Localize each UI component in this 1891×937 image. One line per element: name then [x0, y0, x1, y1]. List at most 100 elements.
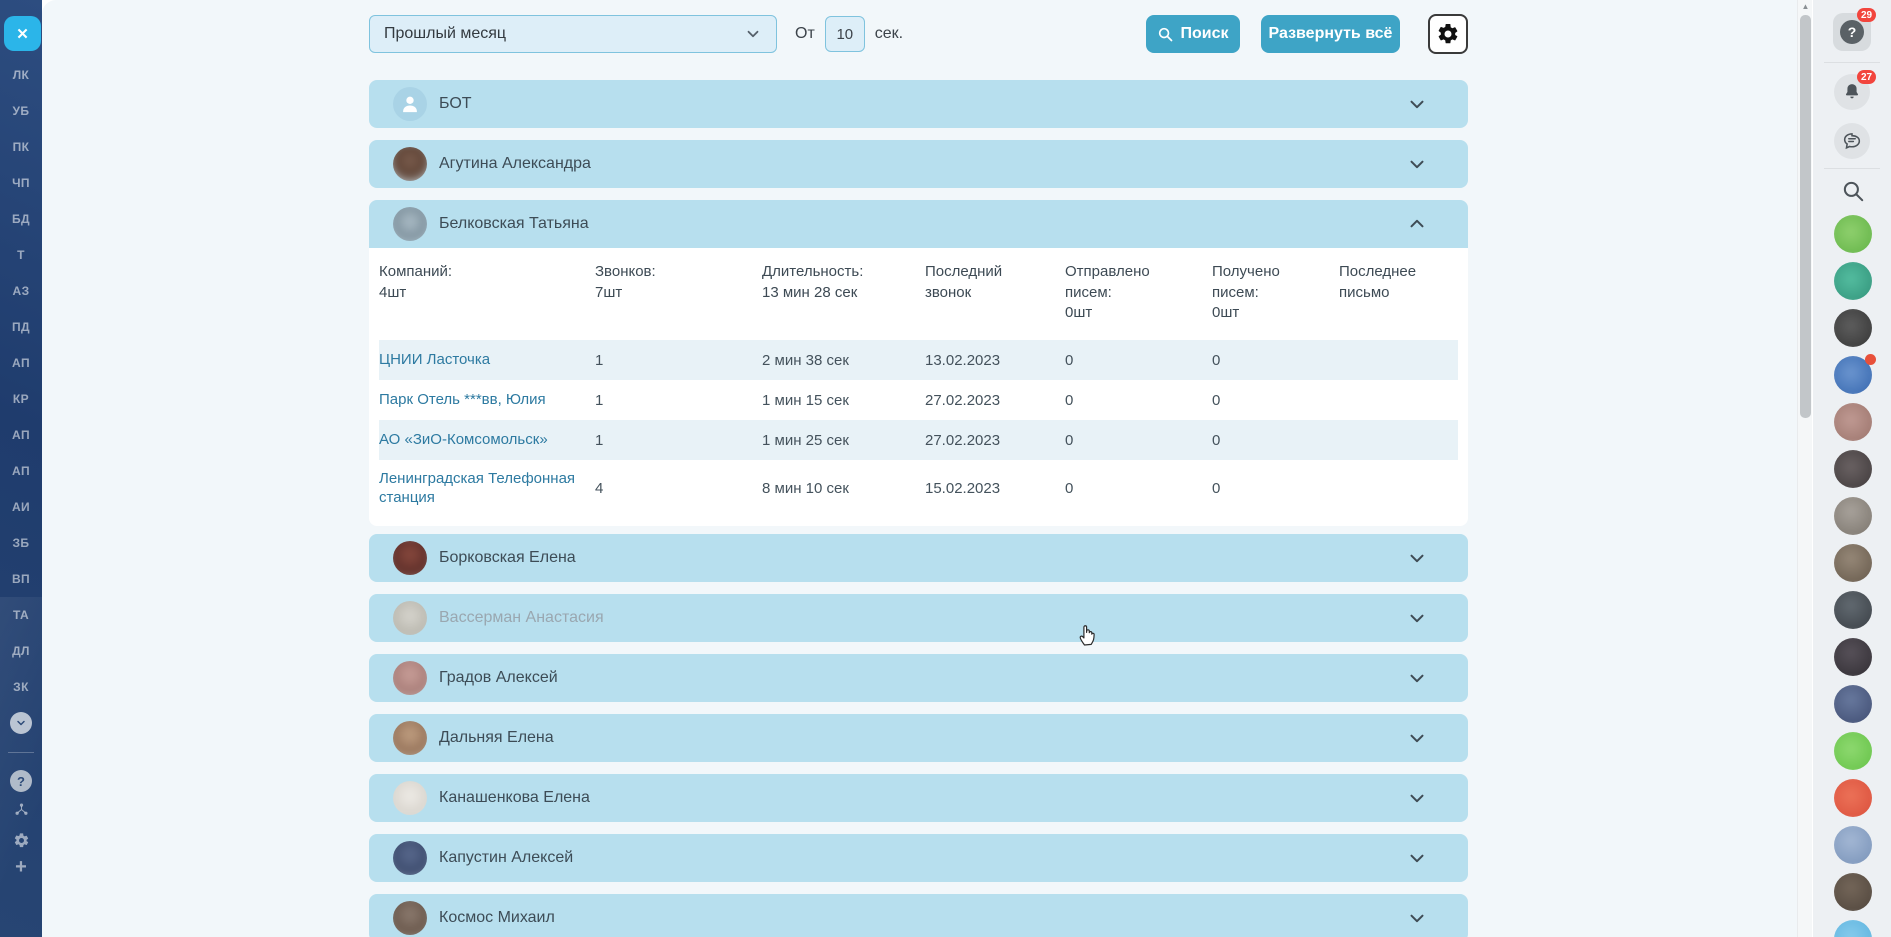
- sidebar-item-9[interactable]: КР: [0, 381, 42, 417]
- company-row[interactable]: Ленинградская Телефонная станция 4 8 мин…: [379, 460, 1458, 516]
- person-icon: [399, 93, 421, 115]
- contact-avatar[interactable]: [1834, 450, 1872, 488]
- sidebar-collapse-button[interactable]: [10, 712, 32, 734]
- integrations-icon[interactable]: [0, 802, 42, 822]
- sidebar-item-2[interactable]: ПК: [0, 129, 42, 165]
- company-link[interactable]: АО «ЗиО-Комсомольск»: [379, 430, 595, 450]
- add-plus-icon[interactable]: +: [0, 856, 42, 879]
- main-scrollbar[interactable]: ▲: [1797, 0, 1812, 937]
- scroll-up-arrow-icon[interactable]: ▲: [1798, 2, 1813, 11]
- contact-avatar[interactable]: [1834, 920, 1872, 937]
- sidebar-item-1[interactable]: УБ: [0, 93, 42, 129]
- dialogs-button[interactable]: [1834, 123, 1870, 159]
- sidebar-item-8[interactable]: АП: [0, 345, 42, 381]
- manager-row-bot[interactable]: БОТ: [369, 80, 1468, 128]
- period-select-value: Прошлый месяц: [384, 25, 744, 43]
- sidebar-item-15[interactable]: ТА: [0, 597, 42, 633]
- sidebar-item-11[interactable]: АП: [0, 453, 42, 489]
- avatar: [393, 207, 427, 241]
- contact-avatar[interactable]: [1834, 497, 1872, 535]
- contact-avatar[interactable]: [1834, 826, 1872, 864]
- manager-name: Дальняя Елена: [439, 729, 554, 747]
- last-call-date: 27.02.2023: [925, 392, 1065, 409]
- duration-seconds-input[interactable]: [825, 16, 865, 52]
- manager-row[interactable]: Агутина Александра: [369, 140, 1468, 188]
- period-select[interactable]: Прошлый месяц: [369, 15, 777, 53]
- received-emails: 0: [1212, 352, 1339, 369]
- contact-avatar[interactable]: [1834, 591, 1872, 629]
- contact-avatar[interactable]: [1834, 685, 1872, 723]
- sidebar-item-12[interactable]: АИ: [0, 489, 42, 525]
- sidebar-item-13[interactable]: ЗБ: [0, 525, 42, 561]
- sidebar-item-10[interactable]: АП: [0, 417, 42, 453]
- contact-avatar[interactable]: [1834, 403, 1872, 441]
- calls-count: 1: [595, 392, 762, 409]
- help-button[interactable]: ?: [10, 770, 32, 792]
- received-emails: 0: [1212, 480, 1339, 497]
- contact-avatar[interactable]: [1834, 544, 1872, 582]
- company-link[interactable]: Ленинградская Телефонная станция: [379, 469, 595, 508]
- rail-divider: [1824, 168, 1880, 169]
- sidebar-item-0[interactable]: ЛК: [0, 57, 42, 93]
- sidebar-divider: [8, 752, 34, 753]
- avatar: [393, 147, 427, 181]
- contact-avatar[interactable]: [1834, 309, 1872, 347]
- manager-row[interactable]: Космос Михаил: [369, 894, 1468, 937]
- company-row[interactable]: Парк Отель ***вв, Юлия 1 1 мин 15 сек 27…: [379, 380, 1458, 420]
- company-link[interactable]: Парк Отель ***вв, Юлия: [379, 390, 595, 410]
- sidebar-item-3[interactable]: ЧП: [0, 165, 42, 201]
- avatar: [393, 901, 427, 935]
- sidebar-item-14[interactable]: ВП: [0, 561, 42, 597]
- sidebar-item-5[interactable]: Т: [0, 237, 42, 273]
- chevron-down-icon: [1406, 727, 1428, 749]
- filters-toolbar: Прошлый месяц От сек. Поиск Развернуть в…: [369, 14, 1468, 54]
- company-row[interactable]: АО «ЗиО-Комсомольск» 1 1 мин 25 сек 27.0…: [379, 420, 1458, 460]
- manager-row[interactable]: Борковская Елена: [369, 534, 1468, 582]
- sidebar-item-16[interactable]: ДЛ: [0, 633, 42, 669]
- manager-row[interactable]: Градов Алексей: [369, 654, 1468, 702]
- sidebar-item-7[interactable]: ПД: [0, 309, 42, 345]
- close-sidebar-button[interactable]: ✕: [4, 16, 41, 51]
- manager-row[interactable]: Вассерман Анастасия: [369, 594, 1468, 642]
- manager-row[interactable]: Канашенкова Елена: [369, 774, 1468, 822]
- manager-row[interactable]: Капустин Алексей: [369, 834, 1468, 882]
- contact-avatar[interactable]: [1834, 732, 1872, 770]
- detail-table-header: Компаний:4шт Звонков:7шт Длительность:13…: [379, 248, 1458, 340]
- chevron-down-icon: [744, 25, 762, 43]
- column-header-calls: Звонков:7шт: [595, 262, 762, 324]
- contact-avatar[interactable]: [1834, 779, 1872, 817]
- calls-count: 4: [595, 480, 762, 497]
- chevron-down-icon: [15, 717, 27, 729]
- search-button[interactable]: Поиск: [1146, 15, 1240, 53]
- sidebar-item-4[interactable]: БД: [0, 201, 42, 237]
- call-duration: 2 мин 38 сек: [762, 352, 925, 369]
- settings-gear-icon[interactable]: [0, 832, 42, 854]
- contact-avatar[interactable]: [1834, 638, 1872, 676]
- chevron-down-icon: [1406, 153, 1428, 175]
- manager-name: Капустин Алексей: [439, 849, 573, 867]
- search-icon: [1840, 178, 1866, 204]
- contact-avatar[interactable]: [1834, 262, 1872, 300]
- sent-emails: 0: [1065, 392, 1212, 409]
- contact-avatar[interactable]: [1834, 215, 1872, 253]
- question-icon: ?: [1840, 20, 1864, 44]
- left-sidebar: ✕ ЛК УБ ПК ЧП БД Т АЗ ПД АП КР АП АП АИ …: [0, 0, 42, 937]
- manager-row-expanded[interactable]: Белковская Татьяна: [369, 200, 1468, 248]
- avatar: [393, 661, 427, 695]
- scrollbar-thumb[interactable]: [1800, 15, 1811, 418]
- avatar: [393, 541, 427, 575]
- contact-avatar[interactable]: [1834, 873, 1872, 911]
- sent-emails: 0: [1065, 480, 1212, 497]
- chevron-down-icon: [1406, 547, 1428, 569]
- sidebar-item-6[interactable]: АЗ: [0, 273, 42, 309]
- sidebar-item-17[interactable]: ЗК: [0, 669, 42, 705]
- expand-all-button[interactable]: Развернуть всё: [1261, 15, 1400, 53]
- sent-emails: 0: [1065, 432, 1212, 449]
- manager-row[interactable]: Дальняя Елена: [369, 714, 1468, 762]
- rail-search-button[interactable]: [1840, 178, 1866, 204]
- report-settings-button[interactable]: [1428, 14, 1468, 54]
- received-emails: 0: [1212, 392, 1339, 409]
- company-row[interactable]: ЦНИИ Ласточка 1 2 мин 38 сек 13.02.2023 …: [379, 340, 1458, 380]
- help-badge: 29: [1857, 8, 1876, 22]
- company-link[interactable]: ЦНИИ Ласточка: [379, 350, 595, 370]
